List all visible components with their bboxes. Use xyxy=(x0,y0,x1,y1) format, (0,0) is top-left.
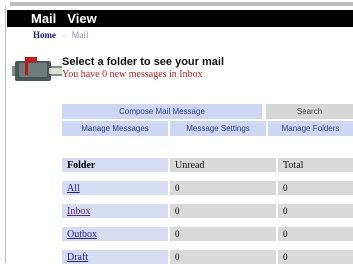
total-count: 0 xyxy=(278,181,353,195)
mailbox-icon xyxy=(12,57,62,81)
table-row: Inbox 0 0 xyxy=(62,204,353,218)
unread-count: 0 xyxy=(170,204,276,218)
total-count: 0 xyxy=(278,227,353,241)
manage-folders-button[interactable]: Manage Folders xyxy=(268,121,353,136)
folder-link-inbox[interactable]: Inbox xyxy=(62,204,168,218)
folder-link-outbox[interactable]: Outbox xyxy=(62,227,168,241)
folder-link-draft[interactable]: Draft xyxy=(62,250,168,264)
total-count: 0 xyxy=(278,204,353,218)
left-border xyxy=(5,6,6,263)
column-header-folder: Folder xyxy=(62,158,168,172)
menu-view[interactable]: View xyxy=(67,11,96,26)
title-bar: Mail View xyxy=(7,10,353,27)
unread-count: 0 xyxy=(170,181,276,195)
folder-link-all[interactable]: All xyxy=(62,181,168,195)
message-settings-button[interactable]: Message Settings xyxy=(170,121,266,136)
breadcrumb: Home - Mail xyxy=(33,30,89,40)
search-button[interactable]: Search xyxy=(266,104,353,119)
manage-messages-button[interactable]: Manage Messages xyxy=(62,121,168,136)
table-header-row: Folder Unread Total xyxy=(62,158,353,172)
top-border xyxy=(10,2,353,6)
new-messages-notice: You have 0 new messages in Inbox xyxy=(62,69,203,80)
unread-count: 0 xyxy=(170,227,276,241)
unread-count: 0 xyxy=(170,250,276,264)
select-folder-message: Select a folder to see your mail xyxy=(62,56,225,68)
breadcrumb-separator: - xyxy=(62,30,66,40)
compose-mail-button[interactable]: Compose Mail Message xyxy=(62,104,262,119)
column-header-unread: Unread xyxy=(170,158,276,172)
column-header-total: Total xyxy=(278,158,353,172)
table-row: All 0 0 xyxy=(62,181,353,195)
menu-mail[interactable]: Mail xyxy=(31,11,56,26)
total-count: 0 xyxy=(278,250,353,264)
breadcrumb-home-link[interactable]: Home xyxy=(33,30,56,40)
table-row: Draft 0 0 xyxy=(62,250,353,264)
status-message: Select a folder to see your mail You hav… xyxy=(62,56,224,81)
table-row: Outbox 0 0 xyxy=(62,227,353,241)
breadcrumb-current: Mail xyxy=(71,30,89,40)
